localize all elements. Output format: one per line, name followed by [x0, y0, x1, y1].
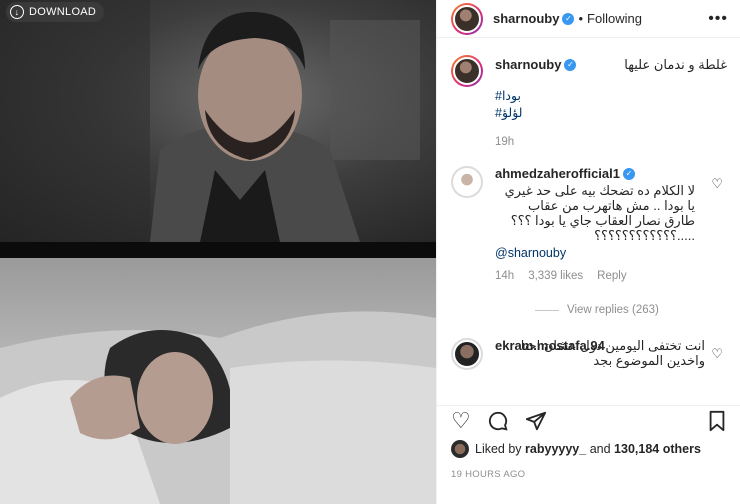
following-button[interactable]: Following	[587, 11, 642, 26]
mention-link[interactable]: @sharnouby	[495, 245, 705, 262]
verified-badge-icon: ✓	[562, 12, 575, 25]
liked-by-and: and	[589, 442, 611, 456]
commenter-avatar[interactable]	[451, 166, 483, 198]
replies-line	[535, 309, 559, 311]
author-username[interactable]: sharnouby	[493, 11, 559, 26]
post-header: sharnouby ✓ • Following •••	[437, 0, 740, 38]
download-button[interactable]: ↓ DOWNLOAD	[6, 2, 105, 22]
author-avatar[interactable]	[451, 2, 483, 35]
comment-text: لا الكلام ده تضحك بيه على حد غيري يا بود…	[504, 183, 695, 243]
comment-icon[interactable]	[487, 410, 509, 432]
post-actions-bar: ♡	[437, 405, 740, 435]
caption: sharnouby ✓ غلطة و ندمان عليها #بودا #لؤ…	[437, 55, 740, 148]
verified-badge-icon: ✓	[623, 167, 635, 180]
likes-summary: Liked by rabyyyyy_ and 130,184 others	[451, 440, 701, 458]
comment-like-heart-icon[interactable]: ♡	[711, 346, 723, 362]
comment-item: ekram.mostafa.94 انت تختفى اليومين دول ع…	[437, 338, 740, 370]
view-replies-label: View replies (263)	[567, 304, 659, 316]
sleeping-woman-image	[0, 311, 436, 504]
hashtag-link[interactable]: #لؤلؤ	[495, 105, 727, 122]
verified-badge-icon: ✓	[564, 58, 577, 71]
comment-likes[interactable]: 3,339 likes	[528, 270, 583, 282]
caption-time[interactable]: 19h	[495, 136, 514, 148]
post-timestamp[interactable]: 19 HOURS AGO	[451, 469, 525, 480]
commenter-username[interactable]: ahmedzaherofficial1	[495, 166, 620, 181]
view-replies-button[interactable]: View replies (263)	[535, 304, 740, 316]
bookmark-icon[interactable]	[707, 410, 727, 432]
liker-avatar[interactable]	[451, 440, 469, 458]
commenter-avatar[interactable]	[451, 338, 483, 370]
comments-list: sharnouby ✓ غلطة و ندمان عليها #بودا #لؤ…	[437, 55, 740, 395]
download-icon: ↓	[10, 5, 24, 19]
comment-time[interactable]: 14h	[495, 270, 514, 282]
likes-count[interactable]: 130,184 others	[614, 442, 701, 456]
post-image-bottom	[0, 258, 436, 504]
download-label: DOWNLOAD	[29, 6, 97, 18]
caption-text: غلطة و ندمان عليها	[624, 57, 727, 72]
post-side-panel: sharnouby ✓ • Following ••• sharnouby ✓ …	[436, 0, 740, 504]
caption-avatar[interactable]	[451, 55, 483, 87]
post-image-top	[0, 0, 436, 242]
liker-username[interactable]: rabyyyyy_	[525, 442, 586, 456]
image-separator	[0, 242, 436, 258]
liked-by-prefix: Liked by	[475, 442, 522, 456]
comment-like-heart-icon[interactable]: ♡	[711, 176, 723, 192]
more-options-icon[interactable]: •••	[708, 10, 728, 28]
reply-button[interactable]: Reply	[597, 270, 626, 282]
like-heart-icon[interactable]: ♡	[451, 409, 471, 432]
hashtag-link[interactable]: #بودا	[495, 88, 727, 105]
post-media[interactable]: ↓ DOWNLOAD	[0, 0, 436, 504]
header-separator: •	[578, 11, 584, 26]
man-portrait-image	[0, 0, 420, 242]
share-icon[interactable]	[525, 410, 547, 432]
caption-username[interactable]: sharnouby	[495, 57, 561, 72]
comment-item: ahmedzaherofficial1 ✓ لا الكلام ده تضحك …	[437, 166, 740, 282]
comment-text: انت تختفى اليومين دول عشان احنا واخدين ا…	[520, 338, 705, 368]
